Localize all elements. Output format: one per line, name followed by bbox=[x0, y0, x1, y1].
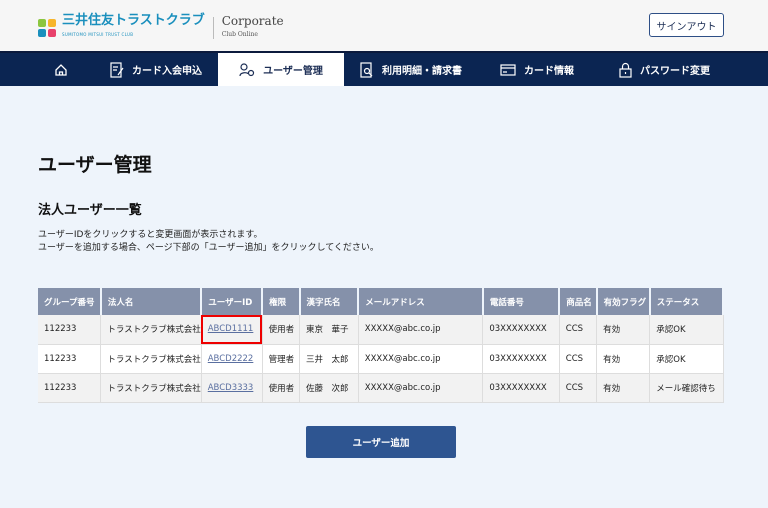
document-search-icon bbox=[360, 61, 373, 78]
table-cell: CCS bbox=[559, 315, 598, 345]
club-online-label: Club Online bbox=[221, 31, 258, 38]
logo-divider bbox=[212, 17, 214, 39]
nav-user-management[interactable]: ユーザー管理 bbox=[218, 53, 344, 86]
nav-password-change[interactable]: パスワード変更 bbox=[619, 53, 710, 86]
table-cell: 東京 華子 bbox=[299, 315, 359, 345]
table-cell: CCS bbox=[559, 344, 598, 374]
header: 三井住友トラストクラブ SUMITOMO MITSUI TRUST CLUB Co… bbox=[0, 0, 768, 51]
form-edit-icon bbox=[110, 61, 124, 78]
table-cell: 03XXXXXXXX bbox=[482, 315, 560, 345]
table-cell: 有効 bbox=[596, 344, 651, 374]
logo-mark-icon bbox=[38, 19, 56, 37]
table-header-row: グループ番号 法人名 ユーザーID 権限 漢字氏名 メールアドレス 電話番号 商品名 有効フラグ… bbox=[38, 288, 725, 315]
table-cell: 使用者 bbox=[262, 373, 301, 403]
column-header: 電話番号 bbox=[482, 288, 561, 315]
user-id-link[interactable]: ABCD3333 bbox=[208, 383, 254, 393]
card-icon bbox=[500, 63, 516, 76]
description-line: ユーザーIDをクリックすると変更画面が表示されます。 bbox=[38, 230, 263, 240]
nav-statements[interactable]: 利用明細・請求書 bbox=[360, 53, 462, 86]
user-id-link[interactable]: ABCD1111 bbox=[208, 324, 254, 334]
table-row: 112233 トラストクラブ株式会社 ABCD2222 管理者 三井 太郎 XXXXX@a… bbox=[38, 344, 724, 374]
table-cell: ABCD3333 bbox=[201, 373, 263, 403]
table-cell: 112233 bbox=[38, 344, 102, 374]
table-cell: 有効 bbox=[596, 315, 651, 345]
table-cell: 承認OK bbox=[649, 315, 724, 345]
table-cell: 承認OK bbox=[649, 344, 724, 374]
table-cell: XXXXX@abc.co.jp bbox=[358, 344, 484, 374]
corporate-label: Corporate bbox=[221, 14, 284, 28]
lock-icon bbox=[619, 62, 632, 78]
column-header: メールアドレス bbox=[358, 288, 484, 315]
table-cell: CCS bbox=[559, 373, 598, 403]
nav-label: ユーザー管理 bbox=[263, 66, 323, 77]
column-header: 権限 bbox=[262, 288, 301, 315]
column-header: 法人名 bbox=[100, 288, 203, 315]
logo-subtext: SUMITOMO MITSUI TRUST CLUB bbox=[62, 32, 134, 37]
logo-text: 三井住友トラストクラブ bbox=[62, 13, 205, 28]
nav-home[interactable] bbox=[54, 53, 78, 86]
table-cell: 佐藤 次郎 bbox=[299, 373, 359, 403]
logo[interactable]: 三井住友トラストクラブ SUMITOMO MITSUI TRUST CLUB Co… bbox=[38, 14, 284, 42]
table-cell: トラストクラブ株式会社 bbox=[100, 315, 202, 345]
table-cell: メール確認待ち bbox=[649, 373, 724, 403]
column-header: 商品名 bbox=[559, 288, 598, 315]
table-row: 112233 トラストクラブ株式会社 ABCD1111 使用者 東京 華子 XXXXX@a… bbox=[38, 315, 724, 345]
nav-card-application[interactable]: カード入会申込 bbox=[110, 53, 202, 86]
table-cell: 03XXXXXXXX bbox=[482, 344, 560, 374]
table-cell: 有効 bbox=[596, 373, 651, 403]
section-title: 法人ユーザー一覧 bbox=[38, 203, 142, 218]
user-id-link[interactable]: ABCD2222 bbox=[208, 354, 254, 364]
table-cell: 使用者 bbox=[262, 315, 301, 345]
nav-label: パスワード変更 bbox=[640, 66, 710, 77]
table-row: 112233 トラストクラブ株式会社 ABCD3333 使用者 佐藤 次郎 XXXXX@a… bbox=[38, 373, 724, 403]
nav-label: カード入会申込 bbox=[132, 66, 202, 77]
main-nav: カード入会申込 ユーザー管理 利用明細・請求書 カード情報 パスワード変更 bbox=[0, 51, 768, 86]
table-cell: ABCD1111 bbox=[201, 315, 263, 345]
home-icon bbox=[55, 63, 67, 76]
table-cell: XXXXX@abc.co.jp bbox=[358, 315, 484, 345]
table-cell: トラストクラブ株式会社 bbox=[100, 373, 202, 403]
table-cell: XXXXX@abc.co.jp bbox=[358, 373, 484, 403]
table-cell: 03XXXXXXXX bbox=[482, 373, 560, 403]
table-cell: 管理者 bbox=[262, 344, 301, 374]
user-gear-icon bbox=[239, 62, 255, 76]
column-header: グループ番号 bbox=[38, 288, 102, 315]
nav-label: 利用明細・請求書 bbox=[382, 66, 462, 77]
nav-label: カード情報 bbox=[524, 66, 574, 77]
column-header: 漢字氏名 bbox=[299, 288, 360, 315]
table-cell: ABCD2222 bbox=[201, 344, 263, 374]
description: ユーザーIDをクリックすると変更画面が表示されます。 ユーザーを追加する場合、ペ… bbox=[38, 229, 379, 255]
signout-button[interactable]: サインアウト bbox=[649, 13, 724, 37]
description-line: ユーザーを追加する場合、ページ下部の「ユーザー追加」をクリックしてください。 bbox=[38, 243, 379, 253]
column-header: 有効フラグ bbox=[596, 288, 651, 315]
table-cell: 三井 太郎 bbox=[299, 344, 359, 374]
table-cell: 112233 bbox=[38, 315, 102, 345]
user-table: グループ番号 法人名 ユーザーID 権限 漢字氏名 メールアドレス 電話番号 商品名 有効フラグ… bbox=[38, 288, 725, 403]
page-title: ユーザー管理 bbox=[38, 154, 152, 176]
column-header: ユーザーID bbox=[201, 288, 264, 315]
nav-card-info[interactable]: カード情報 bbox=[500, 53, 574, 86]
add-user-button[interactable]: ユーザー追加 bbox=[306, 426, 456, 458]
column-header: ステータス bbox=[649, 288, 725, 315]
table-cell: トラストクラブ株式会社 bbox=[100, 344, 202, 374]
table-cell: 112233 bbox=[38, 373, 102, 403]
